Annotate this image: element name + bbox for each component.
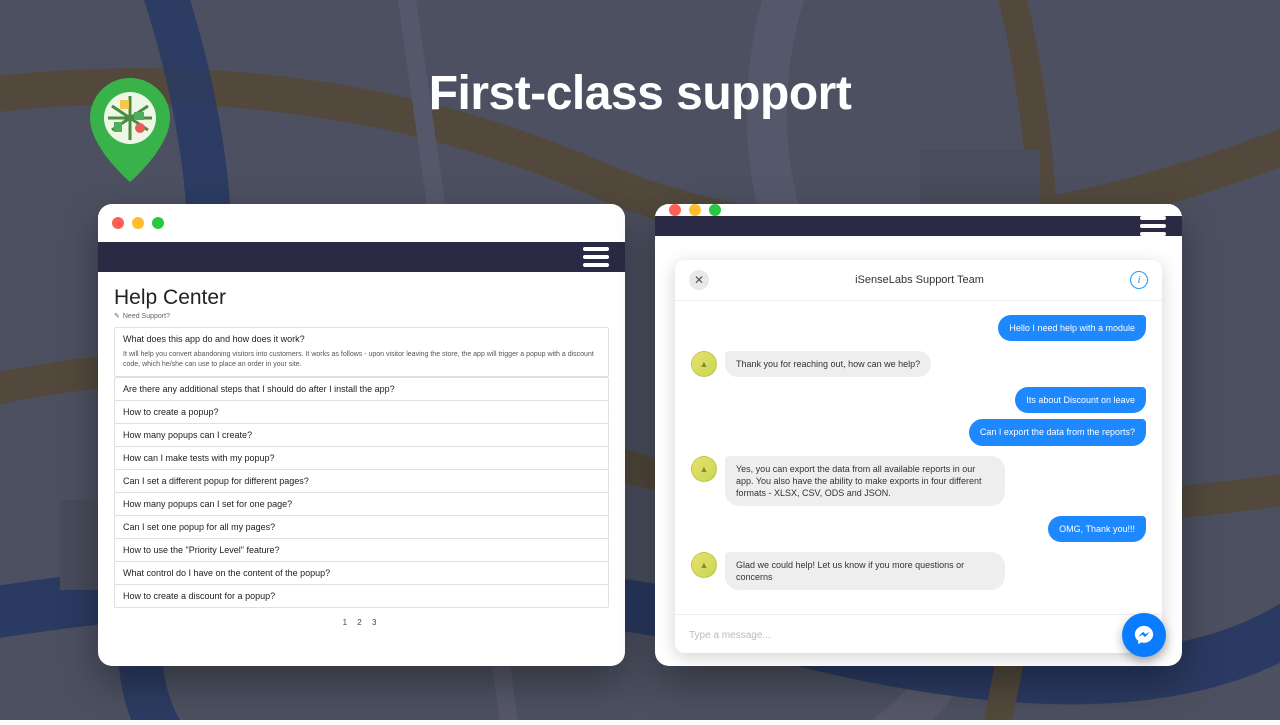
maximize-dot[interactable] (709, 204, 721, 216)
chat-window: ✕ iSenseLabs Support Team i Hello I need… (655, 204, 1182, 666)
faq-item[interactable]: Can I set a different popup for differen… (114, 469, 609, 493)
faq-question: What does this app do and how does it wo… (115, 328, 608, 350)
agent-avatar (691, 552, 717, 578)
agent-message: Yes, you can export the data from all av… (725, 456, 1005, 506)
agent-message: Glad we could help! Let us know if you m… (725, 552, 1005, 590)
need-support-link[interactable]: ✎ Need Support? (114, 312, 609, 320)
faq-item[interactable]: How many popups can I set for one page? (114, 492, 609, 516)
window-traffic-lights (98, 204, 625, 242)
maximize-dot[interactable] (152, 217, 164, 229)
close-dot[interactable] (669, 204, 681, 216)
chat-messages: Hello I need help with a module Thank yo… (675, 301, 1162, 614)
faq-item[interactable]: How to create a popup? (114, 400, 609, 424)
message-input[interactable] (689, 630, 1148, 641)
faq-item[interactable]: Are there any additional steps that I sh… (114, 377, 609, 401)
chat-card: ✕ iSenseLabs Support Team i Hello I need… (675, 260, 1162, 653)
agent-message: Thank you for reaching out, how can we h… (725, 351, 931, 377)
faq-list: Are there any additional steps that I sh… (114, 377, 609, 608)
edit-icon: ✎ (114, 312, 120, 320)
faq-item[interactable]: How to use the "Priority Level" feature? (114, 538, 609, 562)
user-message: OMG, Thank you!!! (1048, 516, 1146, 542)
faq-answer: It will help you convert abandoning visi… (115, 350, 608, 376)
close-icon[interactable]: ✕ (689, 270, 709, 290)
chat-input-area (675, 614, 1162, 653)
help-center-heading: Help Center (114, 286, 609, 310)
faq-item[interactable]: How many popups can I create? (114, 423, 609, 447)
close-dot[interactable] (112, 217, 124, 229)
window-nav-bar (655, 216, 1182, 236)
window-traffic-lights (655, 204, 1182, 216)
hamburger-icon[interactable] (1140, 216, 1166, 236)
agent-avatar (691, 351, 717, 377)
minimize-dot[interactable] (132, 217, 144, 229)
page-title: First-class support (429, 66, 852, 121)
window-nav-bar (98, 242, 625, 272)
user-message: Its about Discount on leave (1015, 387, 1146, 413)
hamburger-icon[interactable] (583, 247, 609, 267)
faq-item[interactable]: What control do I have on the content of… (114, 561, 609, 585)
info-icon[interactable]: i (1130, 271, 1148, 289)
agent-avatar (691, 456, 717, 482)
minimize-dot[interactable] (689, 204, 701, 216)
help-center-window: Help Center ✎ Need Support? What does th… (98, 204, 625, 666)
faq-item-expanded[interactable]: What does this app do and how does it wo… (114, 327, 609, 377)
faq-item[interactable]: How to create a discount for a popup? (114, 584, 609, 608)
faq-item[interactable]: How can I make tests with my popup? (114, 446, 609, 470)
chat-team-name: iSenseLabs Support Team (855, 274, 984, 286)
user-message: Hello I need help with a module (998, 315, 1146, 341)
faq-item[interactable]: Can I set one popup for all my pages? (114, 515, 609, 539)
pagination[interactable]: 1 2 3 (114, 618, 609, 627)
user-message: Can I export the data from the reports? (969, 419, 1146, 445)
map-pin-logo (90, 78, 170, 182)
